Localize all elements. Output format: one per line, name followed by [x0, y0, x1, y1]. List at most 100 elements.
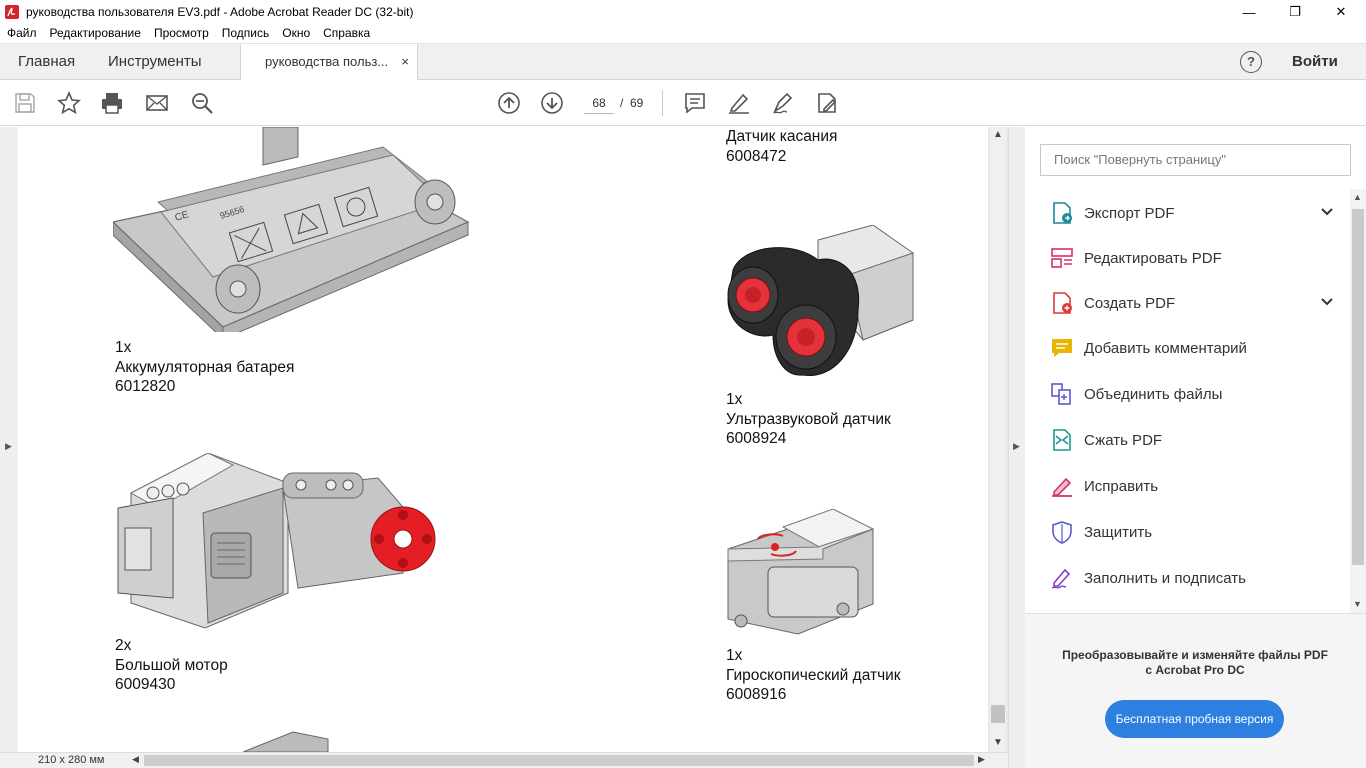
export-pdf-icon [1053, 202, 1072, 224]
highlight-pen-icon[interactable] [727, 91, 751, 115]
tab-tools[interactable]: Инструменты [108, 44, 202, 80]
restore-button[interactable]: ❐ [1272, 0, 1318, 24]
tool-fill-sign[interactable]: Заполнить и подписать [1050, 563, 1350, 593]
scroll-up-icon[interactable]: ▲ [993, 129, 1003, 140]
horizontal-scroll-thumb[interactable] [144, 755, 974, 766]
part-battery: 1x Аккумуляторная батарея 6012820 [115, 338, 294, 397]
part-large-motor: 2x Большой мотор 6009430 [115, 636, 228, 695]
next-page-icon[interactable] [540, 91, 564, 115]
tool-label: Редактировать PDF [1084, 249, 1222, 267]
toolbar: 68 / 69 [0, 80, 1366, 126]
tool-protect[interactable]: Защитить [1050, 517, 1350, 547]
previous-page-icon[interactable] [497, 91, 521, 115]
scroll-right-icon[interactable]: ▶ [978, 754, 985, 765]
print-icon[interactable] [100, 91, 124, 115]
free-trial-button[interactable]: Бесплатная пробная версия [1105, 700, 1284, 738]
acrobat-app-icon [5, 5, 19, 19]
scroll-left-icon[interactable]: ◀ [132, 754, 139, 765]
close-window-button[interactable]: ✕ [1318, 0, 1364, 24]
tool-label: Исправить [1084, 477, 1159, 495]
tool-combine-files[interactable]: Объединить файлы [1050, 379, 1350, 409]
tool-label: Экспорт PDF [1084, 204, 1175, 222]
page-total: 69 [630, 96, 644, 110]
minimize-button[interactable]: — [1226, 0, 1272, 24]
comment-note-icon[interactable] [683, 91, 707, 115]
page-size-label: 210 x 280 мм [38, 754, 105, 766]
tools-scroll-thumb[interactable] [1352, 209, 1364, 565]
part-qty: 2x [115, 637, 132, 654]
tool-compress-pdf[interactable]: Сжать PDF [1050, 425, 1350, 455]
tab-bar: Главная Инструменты руководства польз...… [0, 43, 1366, 81]
save-icon[interactable] [13, 91, 37, 115]
promo-line-1: Преобразовывайте и изменяйте файлы PDF [1062, 648, 1328, 662]
tools-scroll-down-icon[interactable]: ▼ [1353, 599, 1362, 609]
tools-search-input[interactable]: Поиск "Повернуть страницу" [1040, 144, 1351, 176]
pdf-page: CE 95656 Датчик касания 6008472 1x Аккум… [18, 127, 988, 752]
part-gyro-sensor: 1x Гироскопический датчик 6008916 [726, 646, 901, 705]
scroll-thumb[interactable] [991, 705, 1005, 723]
tool-export-pdf[interactable]: Экспорт PDF [1050, 198, 1350, 228]
part-name: Большой мотор [115, 656, 228, 674]
tool-label: Защитить [1084, 523, 1153, 541]
page-number-input[interactable]: 68 [584, 92, 614, 114]
scroll-down-icon[interactable]: ▼ [993, 737, 1003, 748]
tab-home[interactable]: Главная [18, 44, 75, 80]
tool-create-pdf[interactable]: Создать PDF [1050, 288, 1350, 318]
tool-label: Заполнить и подписать [1084, 569, 1246, 587]
menu-window[interactable]: Окно [275, 26, 316, 40]
tools-pane: Поиск "Повернуть страницу" Экспорт PDF Р… [1025, 127, 1366, 768]
tool-add-comment[interactable]: Добавить комментарий [1050, 333, 1350, 363]
combine-files-icon [1051, 383, 1071, 405]
next-part-image [243, 731, 329, 752]
gyro-sensor-image [727, 509, 875, 635]
protect-icon [1052, 521, 1072, 544]
sign-pen-icon[interactable] [771, 91, 795, 115]
edit-pdf-icon [1051, 248, 1073, 268]
right-panel-handle[interactable]: ▶ [1008, 127, 1025, 768]
zoom-search-icon[interactable] [190, 91, 214, 115]
title-bar: руководства пользователя EV3.pdf - Adobe… [0, 0, 1366, 24]
menu-file[interactable]: Файл [0, 26, 43, 40]
tab-document[interactable]: руководства польз... × [240, 44, 418, 81]
large-motor-image [117, 453, 436, 629]
help-icon[interactable]: ? [1240, 51, 1262, 73]
part-name: Ультразвуковой датчик [726, 410, 891, 428]
part-name: Датчик касания [726, 128, 838, 145]
tab-document-label: руководства польз... [265, 54, 389, 69]
expand-left-icon[interactable]: ▶ [5, 441, 12, 452]
part-ultrasonic-sensor: 1x Ультразвуковой датчик 6008924 [726, 390, 891, 449]
left-panel-handle[interactable]: ▶ [0, 127, 18, 752]
promo-text: Преобразовывайте и изменяйте файлы PDF с… [1045, 648, 1345, 678]
tool-label: Создать PDF [1084, 294, 1176, 312]
tool-edit-pdf[interactable]: Редактировать PDF [1050, 243, 1350, 273]
part-code: 6009430 [115, 676, 176, 693]
part-qty: 1x [115, 339, 132, 356]
part-code: 6008916 [726, 686, 787, 703]
fill-sign-icon[interactable] [815, 91, 839, 115]
tool-fix[interactable]: Исправить [1050, 471, 1350, 501]
tools-scroll-up-icon[interactable]: ▲ [1353, 192, 1362, 202]
tools-list: Экспорт PDF Редактировать PDF Создать PD… [1025, 189, 1350, 613]
document-vertical-scrollbar[interactable]: ▲ ▼ [990, 127, 1006, 752]
menu-edit[interactable]: Редактирование [43, 26, 147, 40]
menu-help[interactable]: Справка [316, 26, 376, 40]
fill-sign-icon [1051, 568, 1071, 589]
part-name: Аккумуляторная батарея [115, 358, 295, 376]
tool-label: Объединить файлы [1084, 385, 1223, 403]
bookmark-star-icon[interactable] [57, 90, 81, 115]
page-separator: / [620, 96, 624, 110]
promo-line-2: с Acrobat Pro DC [1145, 663, 1245, 677]
collapse-right-icon[interactable]: ▶ [1013, 441, 1020, 452]
fix-icon [1052, 477, 1072, 497]
email-icon[interactable] [145, 91, 169, 115]
chevron-down-icon[interactable] [1320, 294, 1334, 308]
tab-close-icon[interactable]: × [401, 44, 409, 80]
create-pdf-icon [1053, 292, 1072, 314]
status-bar: 210 x 280 мм ◀ ▶ [0, 752, 1008, 768]
chevron-down-icon[interactable] [1320, 204, 1334, 218]
login-button[interactable]: Войти [1292, 44, 1338, 80]
part-code: 6008924 [726, 430, 787, 447]
menu-sign[interactable]: Подпись [215, 26, 276, 40]
tools-scrollbar[interactable]: ▲ ▼ [1350, 189, 1366, 613]
menu-view[interactable]: Просмотр [147, 26, 215, 40]
